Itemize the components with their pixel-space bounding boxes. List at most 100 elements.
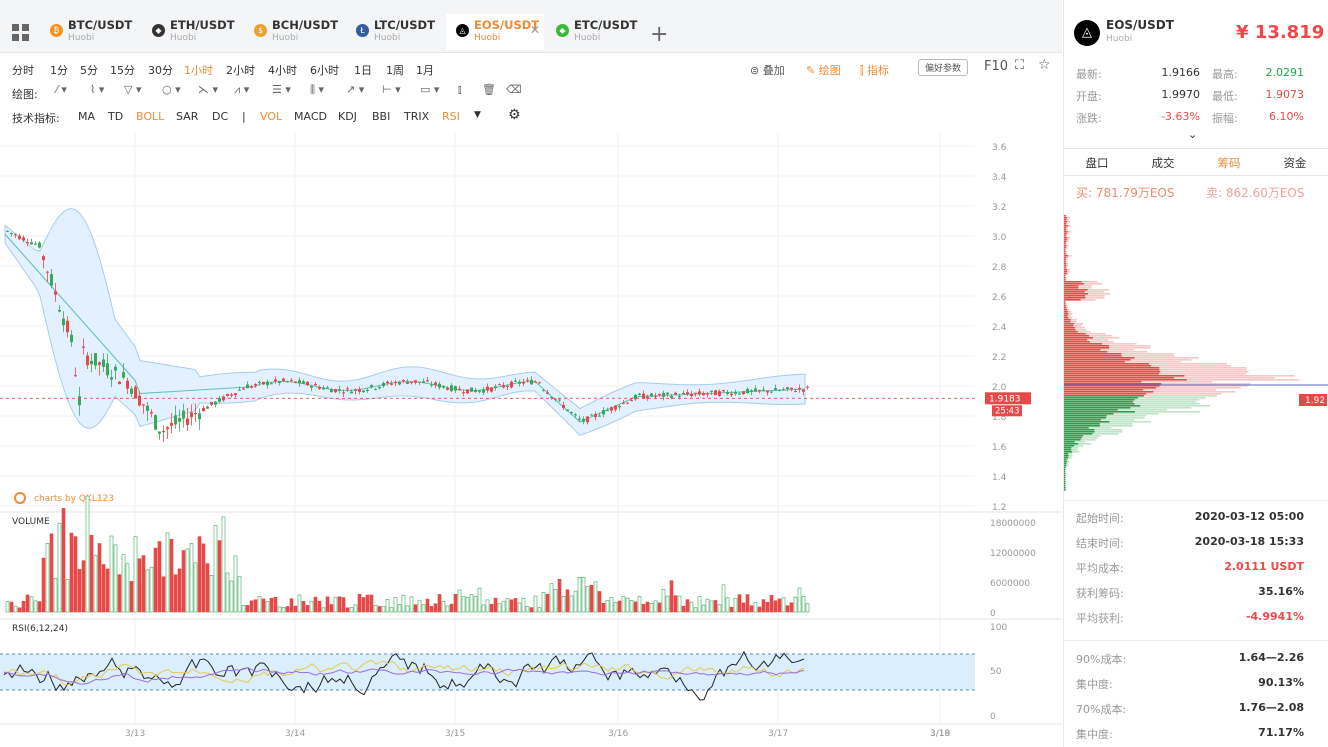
tab-etc-usdt[interactable]: ◆ ETC/USDT Huobi bbox=[546, 14, 642, 50]
indicator-boll[interactable]: BOLL bbox=[136, 110, 164, 123]
volume-bar bbox=[489, 603, 494, 613]
chip-bar bbox=[1064, 401, 1133, 403]
tab-btc-usdt[interactable]: ₿ BTC/USDT Huobi bbox=[40, 14, 136, 50]
candle-body bbox=[658, 393, 661, 395]
star-icon[interactable]: ☆ bbox=[1038, 57, 1051, 73]
draw-button[interactable]: ✎ 绘图 bbox=[806, 62, 841, 78]
indicator-sar[interactable]: SAR bbox=[176, 110, 198, 123]
candle-body bbox=[742, 391, 745, 395]
tab-ltc-usdt[interactable]: Ł LTC/USDT Huobi bbox=[346, 14, 442, 50]
timeframe-8[interactable]: 6小时 bbox=[310, 62, 339, 78]
candle-body bbox=[690, 393, 693, 397]
tab-eth-usdt[interactable]: ◆ ETH/USDT Huobi bbox=[142, 14, 238, 50]
indicator-dc[interactable]: DC bbox=[212, 110, 228, 123]
timeframe-0[interactable]: 分时 bbox=[12, 62, 34, 78]
chip-bar bbox=[1064, 437, 1082, 439]
arrow-tool-icon[interactable]: ↗ ▾ bbox=[346, 83, 364, 96]
volume-bar bbox=[293, 605, 298, 613]
tab-bch-usdt[interactable]: $ BCH/USDT Huobi bbox=[244, 14, 340, 50]
indicator-rsi[interactable]: RSI bbox=[442, 110, 460, 123]
delete-icon[interactable]: 🗑 bbox=[482, 83, 496, 96]
indicator-ma[interactable]: MA bbox=[78, 110, 95, 123]
bar-tool-icon[interactable]: ⫾ bbox=[458, 83, 462, 97]
indicator-macd[interactable]: MACD bbox=[294, 110, 327, 123]
candle-body bbox=[594, 413, 597, 418]
candle-body bbox=[482, 389, 485, 393]
kline-chart[interactable]: 3.63.43.23.02.82.62.42.22.01.81.61.41.21… bbox=[0, 132, 1062, 747]
comment-tool-icon[interactable]: ▭ ▾ bbox=[420, 83, 439, 96]
candle-body bbox=[778, 390, 781, 392]
candle-body bbox=[710, 390, 713, 392]
circle-tool-icon[interactable]: ○ ▾ bbox=[162, 83, 181, 96]
chip-bar bbox=[1064, 309, 1067, 311]
candle-body bbox=[726, 391, 729, 394]
chip-bar bbox=[1064, 445, 1075, 447]
indicator-trix[interactable]: TRIX bbox=[404, 110, 429, 123]
panel-tab-0[interactable]: 盘口 bbox=[1064, 155, 1130, 171]
info-label: 平均成本: bbox=[1076, 562, 1124, 575]
chip-bar bbox=[1064, 479, 1066, 481]
chip-price-label: 1.92 bbox=[1305, 396, 1325, 406]
indicator-kdj[interactable]: KDJ bbox=[338, 110, 357, 123]
chip-bar bbox=[1064, 255, 1068, 257]
indicator-vol[interactable]: VOL bbox=[260, 110, 282, 123]
indicator-td[interactable]: TD bbox=[108, 110, 123, 123]
overlay-button[interactable]: ⊜ 叠加 bbox=[750, 62, 785, 78]
pattern-tool-icon[interactable]: ⩘ ▾ bbox=[234, 83, 249, 97]
chip-bar bbox=[1064, 373, 1159, 375]
expand-chevron-icon[interactable]: ⌄ bbox=[1188, 128, 1197, 141]
volume-bar bbox=[633, 601, 638, 613]
volume-bar bbox=[85, 495, 90, 613]
clear-tool-icon[interactable]: ⌫ bbox=[506, 83, 522, 96]
candle-body bbox=[366, 389, 369, 392]
channel-tool-icon[interactable]: ▽ ▾ bbox=[124, 83, 141, 96]
timeframe-3[interactable]: 15分 bbox=[110, 62, 135, 78]
panel-tab-3[interactable]: 资金 bbox=[1262, 155, 1328, 171]
line-tool-icon[interactable]: ⁄ ▾ bbox=[56, 83, 67, 96]
pen-tool-icon[interactable]: ⌇ ▾ bbox=[90, 83, 104, 96]
close-icon[interactable]: ✕ bbox=[530, 23, 540, 37]
chip-bar bbox=[1064, 361, 1125, 363]
candle-body bbox=[214, 401, 217, 405]
more-indicators-icon[interactable]: ▼ bbox=[474, 110, 481, 120]
timeframe-6[interactable]: 2小时 bbox=[226, 62, 255, 78]
indicator-button[interactable]: ⫿ 指标 bbox=[860, 62, 889, 78]
tab-eos-usdt[interactable]: ◬ EOS/USDT Huobi ✕ bbox=[446, 14, 544, 50]
volume-bar bbox=[161, 576, 166, 613]
settings-gear-icon[interactable]: ⚙ bbox=[508, 107, 521, 123]
indicator-bbi[interactable]: BBI bbox=[372, 110, 390, 123]
candle-body bbox=[266, 381, 269, 386]
timeframe-2[interactable]: 5分 bbox=[80, 62, 98, 78]
timeframe-7[interactable]: 4小时 bbox=[268, 62, 297, 78]
panel-tab-2[interactable]: 筹码 bbox=[1196, 155, 1262, 171]
text-tool-icon[interactable]: ☰ ▾ bbox=[272, 83, 291, 96]
candle-body bbox=[190, 412, 193, 418]
candle-body bbox=[502, 385, 505, 388]
gann-tool-icon[interactable]: ⫼ ▾ bbox=[310, 83, 324, 97]
timeframe-9[interactable]: 1日 bbox=[354, 62, 372, 78]
panel-tab-1[interactable]: 成交 bbox=[1130, 155, 1196, 171]
timeframe-11[interactable]: 1月 bbox=[416, 62, 434, 78]
volume-tick: 12000000 bbox=[990, 549, 1036, 559]
chip-bar bbox=[1064, 317, 1069, 319]
f10-button[interactable]: F10 bbox=[984, 59, 1008, 74]
volume-bar bbox=[77, 569, 82, 613]
volume-bar bbox=[137, 558, 142, 613]
timeframe-4[interactable]: 30分 bbox=[148, 62, 173, 78]
range-tool-icon[interactable]: ⊢ ▾ bbox=[382, 83, 401, 96]
timeframe-10[interactable]: 1周 bbox=[386, 62, 404, 78]
volume-bar bbox=[313, 596, 318, 613]
grid-menu-icon[interactable] bbox=[12, 24, 30, 42]
candle-body bbox=[54, 291, 57, 295]
fullscreen-icon[interactable]: ⛶ bbox=[1015, 58, 1024, 73]
candle-body bbox=[766, 390, 769, 393]
fib-tool-icon[interactable]: ⋋ ▾ bbox=[198, 83, 218, 96]
chip-bar bbox=[1064, 233, 1067, 235]
timeframe-1[interactable]: 1分 bbox=[50, 62, 68, 78]
y-tick-label: 2.2 bbox=[992, 353, 1006, 363]
add-tab-icon[interactable]: + bbox=[650, 22, 668, 47]
candle-body bbox=[582, 418, 585, 422]
timeframe-5[interactable]: 1小时 bbox=[184, 62, 213, 78]
preference-button[interactable]: 偏好参数 bbox=[918, 59, 969, 76]
candle-body bbox=[146, 405, 149, 411]
